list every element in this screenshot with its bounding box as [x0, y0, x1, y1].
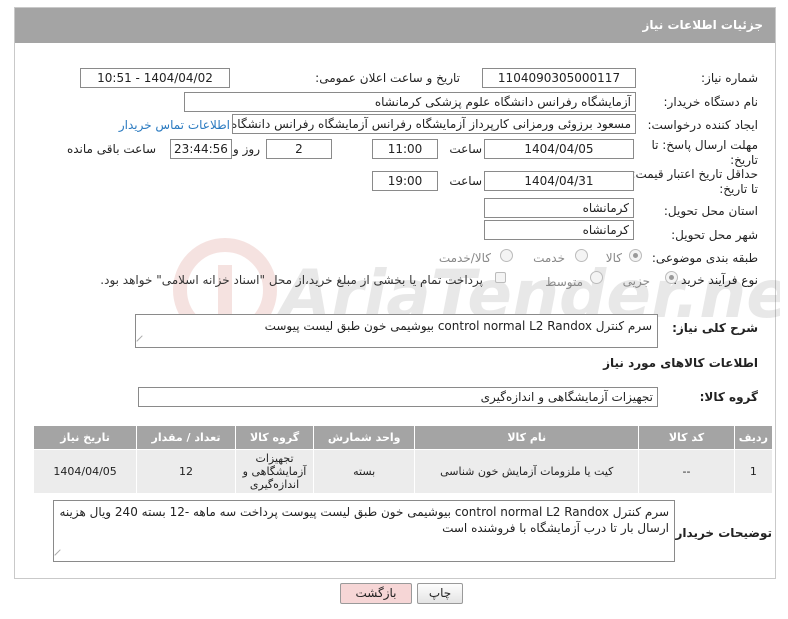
category-label: طبقه بندی موضوعی: — [651, 251, 758, 265]
summary-label: شرح کلی نیاز: — [672, 321, 758, 335]
col-name: نام کالا — [414, 425, 640, 450]
col-group: گروه کالا — [234, 425, 315, 450]
col-quantity: تعداد / مقدار — [136, 425, 236, 450]
creator-field: مسعود برزوئی ورمزانی کارپرداز آزمایشگاه … — [232, 114, 636, 134]
deadline-label-date: تاریخ: — [730, 153, 758, 167]
process-option-medium: متوسط — [545, 275, 583, 289]
category-radio-goods-service[interactable] — [500, 249, 513, 262]
city-field: کرمانشاه — [484, 220, 634, 240]
creator-label: ایجاد کننده درخواست: — [647, 118, 758, 132]
buyer-notes-field: سرم کنترل control normal L2 Randox بیوشی… — [53, 500, 675, 562]
announce-field: 1404/04/02 - 10:51 — [80, 68, 230, 88]
goods-group-field: تجهیزات آزمایشگاهی و اندازه‌گیری — [138, 387, 658, 407]
category-radio-service[interactable] — [575, 249, 588, 262]
deadline-label: مهلت ارسال پاسخ: تا — [651, 138, 758, 152]
validity-time-label: ساعت — [449, 174, 482, 188]
province-field: کرمانشاه — [484, 198, 634, 218]
cell-code: -- — [638, 449, 735, 494]
cell-date: 1404/04/05 — [32, 449, 138, 494]
contact-buyer-link[interactable]: اطلاعات تماس خریدار — [119, 118, 230, 132]
cell-group: تجهیزات آزمایشگاهی و اندازه‌گیری — [234, 449, 315, 494]
cell-row: 1 — [733, 449, 774, 494]
summary-text: سرم کنترل control normal L2 Randox بیوشی… — [264, 319, 652, 333]
col-code: کد کالا — [638, 425, 735, 450]
process-radio-minor[interactable] — [665, 271, 678, 284]
goods-info-title: اطلاعات کالاهای مورد نیاز — [603, 356, 758, 370]
resize-grip-icon[interactable] — [136, 335, 148, 347]
category-option-goods-service: کالا/خدمت — [438, 251, 491, 265]
print-button[interactable]: چاپ — [417, 583, 463, 604]
city-label: شهر محل تحویل: — [671, 228, 758, 242]
validity-label-date: تا تاریخ: — [719, 182, 758, 196]
table-header-row: ردیف کد کالا نام کالا واحد شمارش گروه کا… — [32, 425, 774, 450]
validity-time-field: 19:00 — [372, 171, 438, 191]
announce-label: تاریخ و ساعت اعلان عمومی: — [315, 71, 460, 85]
back-button[interactable]: بازگشت — [340, 583, 412, 604]
remaining-time-field: 23:44:56 — [170, 139, 232, 159]
goods-group-label: گروه کالا: — [699, 390, 758, 404]
category-radio-goods[interactable] — [629, 249, 642, 262]
province-label: استان محل تحویل: — [663, 204, 758, 218]
need-number-label: شماره نیاز: — [701, 71, 758, 85]
remaining-label: ساعت باقی مانده — [66, 142, 156, 156]
col-unit: واحد شمارش — [313, 425, 416, 450]
need-number-field: 1104090305000117 — [482, 68, 636, 88]
days-label: روز و — [233, 142, 260, 156]
treasury-payment-checkbox[interactable] — [495, 272, 506, 283]
col-row: ردیف — [733, 425, 774, 450]
process-radio-medium[interactable] — [590, 271, 603, 284]
buyer-org-label: نام دستگاه خریدار: — [663, 95, 759, 109]
panel-title: جزئیات اطلاعات نیاز — [15, 8, 775, 43]
buyer-org-field: آزمایشگاه رفرانس دانشگاه علوم پزشکی کرما… — [184, 92, 636, 112]
items-table: ردیف کد کالا نام کالا واحد شمارش گروه کا… — [32, 425, 774, 494]
deadline-time-field: 11:00 — [372, 139, 438, 159]
category-option-goods: کالا — [605, 251, 622, 265]
process-label: نوع فرآیند خرید : — [673, 273, 758, 287]
resize-grip-icon[interactable] — [54, 549, 66, 561]
cell-name: کیت یا ملزومات آزمایش خون شناسی — [414, 449, 640, 494]
deadline-date-field: 1404/04/05 — [484, 139, 634, 159]
buyer-notes-text: سرم کنترل control normal L2 Randox بیوشی… — [59, 505, 669, 535]
category-option-service: خدمت — [533, 251, 565, 265]
validity-label: حداقل تاریخ اعتبار قیمت: — [631, 167, 758, 181]
cell-quantity: 12 — [136, 449, 236, 494]
days-field: 2 — [266, 139, 332, 159]
process-option-minor: جزیی — [622, 274, 650, 288]
payment-note: پرداخت تمام یا بخشی از مبلغ خرید،از محل … — [100, 273, 483, 287]
summary-field: سرم کنترل control normal L2 Randox بیوشی… — [135, 314, 658, 348]
table-row[interactable]: 1 -- کیت یا ملزومات آزمایش خون شناسی بست… — [32, 449, 774, 494]
validity-date-field: 1404/04/31 — [484, 171, 634, 191]
cell-unit: بسته — [313, 449, 416, 494]
col-date: تاریخ نیاز — [32, 425, 138, 450]
buyer-notes-label: توضیحات خریدار: — [670, 526, 772, 540]
deadline-time-label: ساعت — [449, 142, 482, 156]
